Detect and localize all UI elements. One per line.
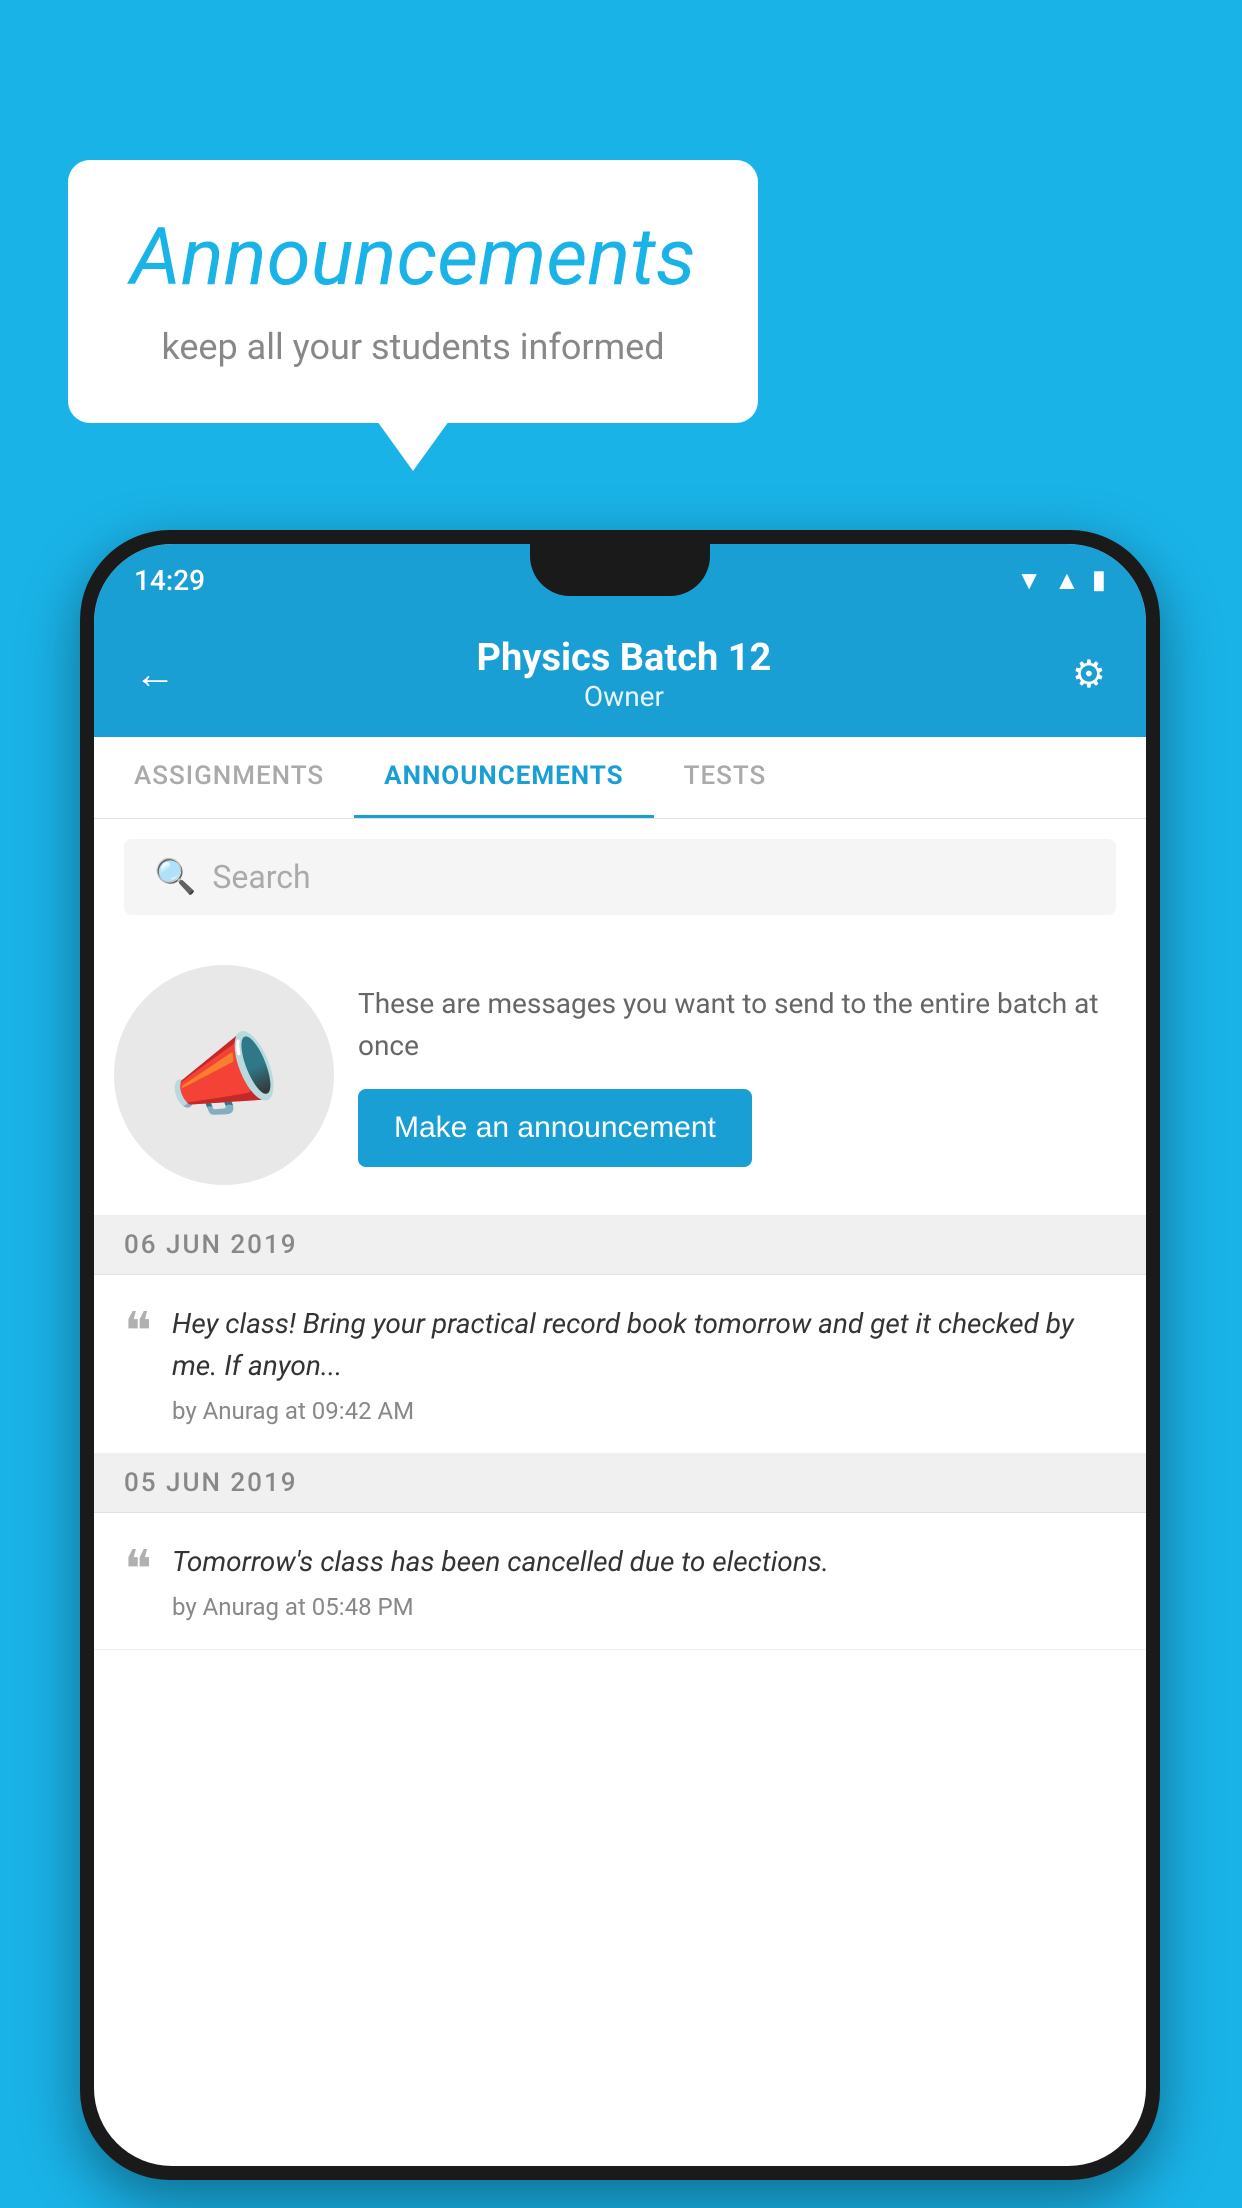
- speech-bubble: Announcements keep all your students inf…: [68, 160, 758, 423]
- speech-bubble-container: Announcements keep all your students inf…: [68, 160, 758, 423]
- status-time: 14:29: [134, 564, 205, 597]
- tab-tests[interactable]: TESTS: [654, 737, 797, 818]
- search-container: 🔍 Search: [94, 819, 1146, 935]
- promo-description: These are messages you want to send to t…: [358, 983, 1116, 1067]
- phone-frame: 14:29 ▼ ▲ ▮ ← Physics Batch 12 Owner ⚙ A…: [80, 530, 1160, 2180]
- app-header: ← Physics Batch 12 Owner ⚙: [94, 616, 1146, 737]
- phone-container: 14:29 ▼ ▲ ▮ ← Physics Batch 12 Owner ⚙ A…: [80, 530, 1160, 2180]
- announcement-content-2: Tomorrow's class has been cancelled due …: [172, 1541, 1116, 1621]
- signal-icon: ▲: [1054, 565, 1080, 596]
- date-separator-1: 06 JUN 2019: [94, 1216, 1146, 1275]
- megaphone-icon: 📣: [168, 1023, 280, 1128]
- announcement-item-2: ❝ Tomorrow's class has been cancelled du…: [94, 1513, 1146, 1650]
- header-center: Physics Batch 12 Owner: [477, 636, 772, 713]
- battery-icon: ▮: [1092, 565, 1106, 595]
- status-icons: ▼ ▲ ▮: [1016, 565, 1106, 596]
- wifi-icon: ▼: [1016, 565, 1042, 596]
- announcement-text-1: Hey class! Bring your practical record b…: [172, 1303, 1116, 1387]
- bubble-title: Announcements: [128, 210, 698, 304]
- search-bar[interactable]: 🔍 Search: [124, 839, 1116, 915]
- header-subtitle: Owner: [477, 680, 772, 713]
- tab-assignments[interactable]: ASSIGNMENTS: [104, 737, 354, 818]
- phone-notch: [530, 544, 710, 596]
- tabs-bar: ASSIGNMENTS ANNOUNCEMENTS TESTS: [94, 737, 1146, 819]
- announcement-item-1: ❝ Hey class! Bring your practical record…: [94, 1275, 1146, 1454]
- announcement-promo: 📣 These are messages you want to send to…: [94, 935, 1146, 1216]
- back-button[interactable]: ←: [134, 650, 176, 699]
- make-announcement-button[interactable]: Make an announcement: [358, 1089, 752, 1167]
- announcement-text-2: Tomorrow's class has been cancelled due …: [172, 1541, 1116, 1583]
- bubble-subtitle: keep all your students informed: [128, 326, 698, 368]
- announcement-content-1: Hey class! Bring your practical record b…: [172, 1303, 1116, 1425]
- settings-icon[interactable]: ⚙: [1072, 652, 1106, 697]
- quote-icon-2: ❝: [124, 1545, 152, 1597]
- date-separator-2: 05 JUN 2019: [94, 1454, 1146, 1513]
- announcement-meta-1: by Anurag at 09:42 AM: [172, 1397, 1116, 1425]
- megaphone-circle: 📣: [114, 965, 334, 1185]
- promo-right: These are messages you want to send to t…: [358, 983, 1116, 1167]
- phone-screen: 14:29 ▼ ▲ ▮ ← Physics Batch 12 Owner ⚙ A…: [94, 544, 1146, 2166]
- tab-announcements[interactable]: ANNOUNCEMENTS: [354, 737, 653, 818]
- quote-icon-1: ❝: [124, 1307, 152, 1359]
- header-title: Physics Batch 12: [477, 636, 772, 680]
- search-placeholder: Search: [212, 858, 310, 896]
- announcement-meta-2: by Anurag at 05:48 PM: [172, 1593, 1116, 1621]
- search-icon: 🔍: [154, 857, 196, 897]
